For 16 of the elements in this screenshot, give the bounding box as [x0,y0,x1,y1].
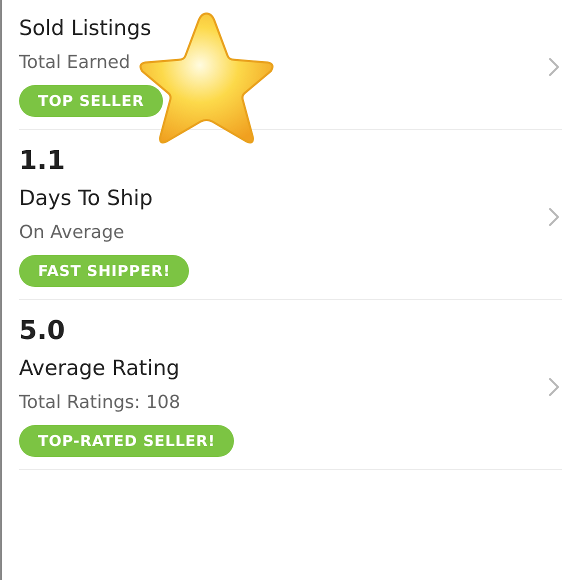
stat-title: Average Rating [19,356,181,380]
stat-subtitle: Total Earned [19,52,132,73]
stat-value: 5.0 [19,316,66,346]
seller-badge: FAST SHIPPER! [19,255,190,287]
stat-title: Days To Ship [19,186,154,210]
seller-badge: TOP-RATED SELLER! [19,425,234,457]
stat-subtitle: On Average [19,222,126,243]
stat-title: Sold Listings [19,16,152,40]
stat-subtitle: Total Ratings: 108 [19,392,182,413]
seller-badge: TOP SELLER [19,85,164,117]
stat-row[interactable]: 1.1 Days To Ship On Average FAST SHIPPER! [19,130,562,300]
chevron-right-icon [548,376,560,396]
stat-value: 1.1 [19,146,66,176]
chevron-right-icon [548,56,560,76]
chevron-right-icon [548,206,560,226]
stat-row[interactable]: 5.0 Average Rating Total Ratings: 108 TOP-RATED SELLER! [19,300,562,470]
